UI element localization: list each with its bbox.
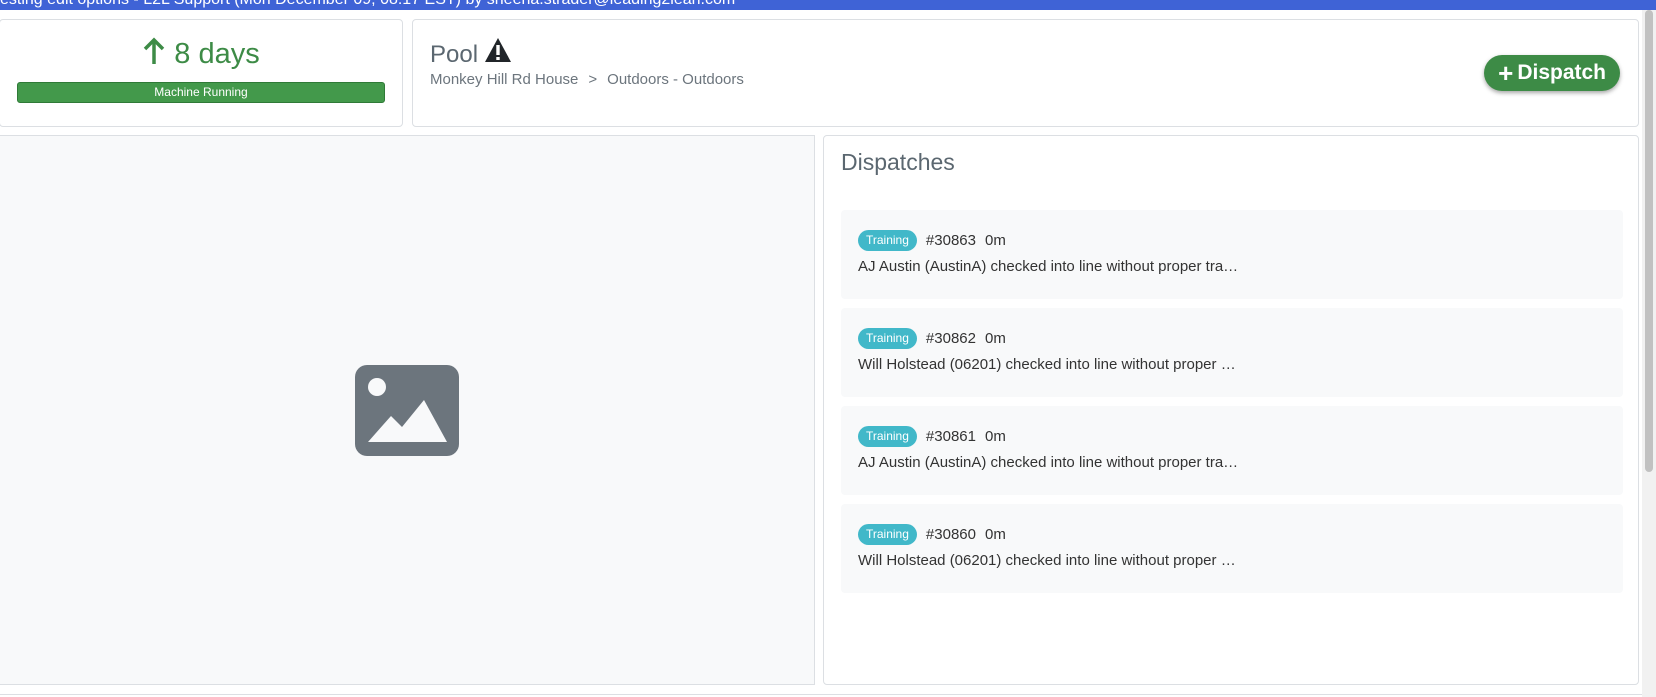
- dispatch-list: Training #30863 0m AJ Austin (AustinA) c…: [841, 210, 1623, 602]
- dispatch-id: #30862: [925, 329, 976, 347]
- asset-name: Pool: [430, 40, 479, 68]
- page-scrollbar[interactable]: [1642, 10, 1656, 697]
- dispatches-title: Dispatches: [841, 149, 955, 175]
- asset-image-panel: [0, 135, 815, 685]
- scrollbar-thumb[interactable]: [1645, 10, 1653, 472]
- dispatch-type-badge: Training: [858, 425, 917, 447]
- add-dispatch-button[interactable]: + Dispatch: [1484, 55, 1620, 91]
- breadcrumb-area[interactable]: Outdoors - Outdoors: [607, 71, 744, 88]
- uptime-value: 8 days: [174, 38, 260, 70]
- dispatch-type-badge: Training: [858, 327, 917, 349]
- divider: [0, 694, 1642, 695]
- dispatch-id: #30863: [925, 231, 976, 249]
- dispatch-age: 0m: [984, 329, 1006, 347]
- dispatches-panel: Dispatches Training #30863 0m AJ Austin …: [823, 135, 1639, 685]
- machine-status-card: 8 days Machine Running: [0, 19, 403, 127]
- arrow-up-icon: [142, 34, 166, 79]
- asset-header-card: Pool Monkey Hill Rd House > Outdoors - O…: [412, 19, 1639, 127]
- asset-title: Pool: [430, 37, 512, 72]
- breadcrumb: Monkey Hill Rd House > Outdoors - Outdoo…: [430, 71, 744, 88]
- dispatch-description: Will Holstead (06201) checked into line …: [858, 356, 1236, 373]
- dispatch-description: Will Holstead (06201) checked into line …: [858, 552, 1236, 569]
- dispatch-id: #30861: [925, 427, 976, 445]
- image-placeholder-icon: [355, 365, 459, 461]
- dispatch-id: #30860: [925, 525, 976, 543]
- dispatch-description: AJ Austin (AustinA) checked into line wi…: [858, 454, 1239, 471]
- plus-icon: +: [1498, 58, 1514, 88]
- dispatch-type-badge: Training: [858, 229, 917, 251]
- dispatch-age: 0m: [984, 525, 1006, 543]
- uptime-display: 8 days: [0, 34, 402, 79]
- dispatch-item[interactable]: Training #30862 0m Will Holstead (06201)…: [841, 308, 1623, 397]
- dispatch-item[interactable]: Training #30863 0m AJ Austin (AustinA) c…: [841, 210, 1623, 299]
- dispatch-item[interactable]: Training #30860 0m Will Holstead (06201)…: [841, 504, 1623, 593]
- top-banner: esting edit options - L2L Support (Mon D…: [0, 0, 1656, 10]
- warning-triangle-icon[interactable]: [484, 37, 512, 72]
- dispatch-description: AJ Austin (AustinA) checked into line wi…: [858, 258, 1239, 275]
- breadcrumb-location[interactable]: Monkey Hill Rd House: [430, 71, 578, 88]
- dispatch-item[interactable]: Training #30861 0m AJ Austin (AustinA) c…: [841, 406, 1623, 495]
- dispatch-age: 0m: [984, 427, 1006, 445]
- dispatch-type-badge: Training: [858, 523, 917, 545]
- top-banner-text: esting edit options - L2L Support (Mon D…: [0, 0, 735, 9]
- breadcrumb-separator: >: [588, 71, 598, 88]
- dispatch-age: 0m: [984, 231, 1006, 249]
- dispatch-button-label: Dispatch: [1517, 61, 1606, 84]
- machine-running-bar: Machine Running: [17, 82, 385, 103]
